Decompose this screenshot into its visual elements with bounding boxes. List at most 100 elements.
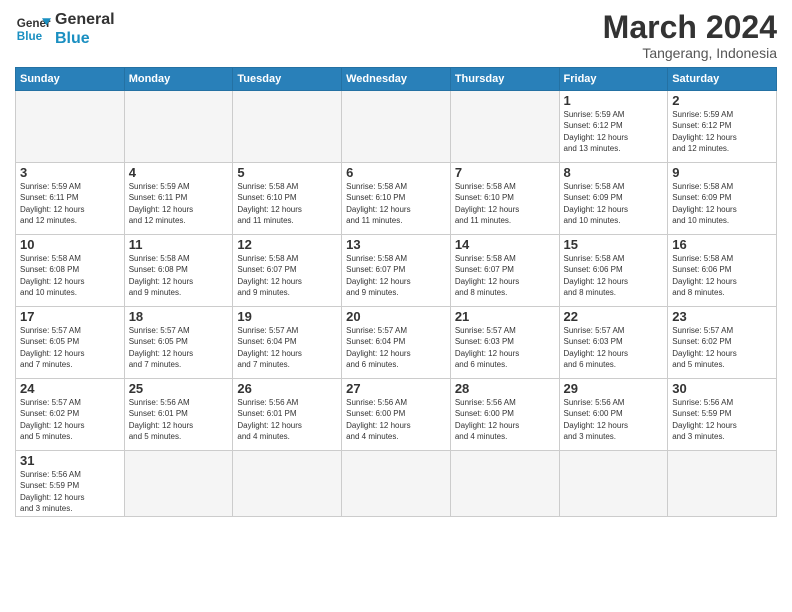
calendar-cell: 7Sunrise: 5:58 AM Sunset: 6:10 PM Daylig… [450,163,559,235]
calendar-header-row: SundayMondayTuesdayWednesdayThursdayFrid… [16,68,777,91]
calendar-cell: 3Sunrise: 5:59 AM Sunset: 6:11 PM Daylig… [16,163,125,235]
calendar-cell: 23Sunrise: 5:57 AM Sunset: 6:02 PM Dayli… [668,307,777,379]
logo-blue: Blue [55,29,115,48]
calendar-cell: 21Sunrise: 5:57 AM Sunset: 6:03 PM Dayli… [450,307,559,379]
calendar-cell [450,451,559,517]
day-number: 25 [129,381,229,396]
day-number: 11 [129,237,229,252]
calendar-title: March 2024 [603,10,777,45]
calendar-week-6: 31Sunrise: 5:56 AM Sunset: 5:59 PM Dayli… [16,451,777,517]
day-number: 22 [564,309,664,324]
day-info: Sunrise: 5:58 AM Sunset: 6:06 PM Dayligh… [672,253,772,298]
calendar-cell: 16Sunrise: 5:58 AM Sunset: 6:06 PM Dayli… [668,235,777,307]
day-number: 21 [455,309,555,324]
day-number: 12 [237,237,337,252]
calendar-cell [668,451,777,517]
calendar-cell [124,91,233,163]
calendar-cell: 6Sunrise: 5:58 AM Sunset: 6:10 PM Daylig… [342,163,451,235]
calendar-table: SundayMondayTuesdayWednesdayThursdayFrid… [15,67,777,517]
day-info: Sunrise: 5:58 AM Sunset: 6:07 PM Dayligh… [237,253,337,298]
calendar-cell: 28Sunrise: 5:56 AM Sunset: 6:00 PM Dayli… [450,379,559,451]
day-number: 28 [455,381,555,396]
calendar-cell: 11Sunrise: 5:58 AM Sunset: 6:08 PM Dayli… [124,235,233,307]
svg-text:Blue: Blue [17,30,43,43]
day-number: 16 [672,237,772,252]
calendar-cell: 24Sunrise: 5:57 AM Sunset: 6:02 PM Dayli… [16,379,125,451]
day-info: Sunrise: 5:58 AM Sunset: 6:08 PM Dayligh… [20,253,120,298]
calendar-cell: 14Sunrise: 5:58 AM Sunset: 6:07 PM Dayli… [450,235,559,307]
header-tuesday: Tuesday [233,68,342,91]
logo-icon: General Blue [15,11,51,47]
calendar-cell [16,91,125,163]
calendar-cell: 18Sunrise: 5:57 AM Sunset: 6:05 PM Dayli… [124,307,233,379]
page: General Blue General Blue March 2024 Tan… [0,0,792,612]
calendar-cell: 9Sunrise: 5:58 AM Sunset: 6:09 PM Daylig… [668,163,777,235]
calendar-week-2: 3Sunrise: 5:59 AM Sunset: 6:11 PM Daylig… [16,163,777,235]
logo-general: General [55,10,115,29]
day-info: Sunrise: 5:59 AM Sunset: 6:11 PM Dayligh… [129,181,229,226]
calendar-subtitle: Tangerang, Indonesia [603,45,777,61]
day-info: Sunrise: 5:56 AM Sunset: 5:59 PM Dayligh… [20,469,120,514]
day-info: Sunrise: 5:58 AM Sunset: 6:08 PM Dayligh… [129,253,229,298]
day-info: Sunrise: 5:59 AM Sunset: 6:12 PM Dayligh… [672,109,772,154]
day-info: Sunrise: 5:59 AM Sunset: 6:11 PM Dayligh… [20,181,120,226]
header: General Blue General Blue March 2024 Tan… [15,10,777,61]
calendar-cell: 25Sunrise: 5:56 AM Sunset: 6:01 PM Dayli… [124,379,233,451]
day-info: Sunrise: 5:58 AM Sunset: 6:09 PM Dayligh… [672,181,772,226]
header-friday: Friday [559,68,668,91]
day-info: Sunrise: 5:58 AM Sunset: 6:10 PM Dayligh… [455,181,555,226]
calendar-week-4: 17Sunrise: 5:57 AM Sunset: 6:05 PM Dayli… [16,307,777,379]
day-number: 13 [346,237,446,252]
day-number: 1 [564,93,664,108]
day-number: 24 [20,381,120,396]
day-info: Sunrise: 5:57 AM Sunset: 6:02 PM Dayligh… [20,397,120,442]
calendar-cell: 12Sunrise: 5:58 AM Sunset: 6:07 PM Dayli… [233,235,342,307]
header-saturday: Saturday [668,68,777,91]
calendar-cell: 10Sunrise: 5:58 AM Sunset: 6:08 PM Dayli… [16,235,125,307]
calendar-cell: 20Sunrise: 5:57 AM Sunset: 6:04 PM Dayli… [342,307,451,379]
title-block: March 2024 Tangerang, Indonesia [603,10,777,61]
day-number: 20 [346,309,446,324]
day-number: 8 [564,165,664,180]
header-monday: Monday [124,68,233,91]
day-info: Sunrise: 5:58 AM Sunset: 6:07 PM Dayligh… [346,253,446,298]
day-number: 18 [129,309,229,324]
day-number: 29 [564,381,664,396]
calendar-cell: 30Sunrise: 5:56 AM Sunset: 5:59 PM Dayli… [668,379,777,451]
calendar-cell: 13Sunrise: 5:58 AM Sunset: 6:07 PM Dayli… [342,235,451,307]
day-info: Sunrise: 5:57 AM Sunset: 6:04 PM Dayligh… [346,325,446,370]
day-number: 17 [20,309,120,324]
calendar-cell: 26Sunrise: 5:56 AM Sunset: 6:01 PM Dayli… [233,379,342,451]
logo: General Blue General Blue [15,10,115,48]
day-info: Sunrise: 5:56 AM Sunset: 6:00 PM Dayligh… [455,397,555,442]
day-info: Sunrise: 5:57 AM Sunset: 6:05 PM Dayligh… [129,325,229,370]
day-number: 4 [129,165,229,180]
calendar-cell: 31Sunrise: 5:56 AM Sunset: 5:59 PM Dayli… [16,451,125,517]
day-number: 7 [455,165,555,180]
calendar-cell: 22Sunrise: 5:57 AM Sunset: 6:03 PM Dayli… [559,307,668,379]
day-number: 5 [237,165,337,180]
calendar-cell: 17Sunrise: 5:57 AM Sunset: 6:05 PM Dayli… [16,307,125,379]
day-info: Sunrise: 5:59 AM Sunset: 6:12 PM Dayligh… [564,109,664,154]
calendar-cell [124,451,233,517]
day-info: Sunrise: 5:58 AM Sunset: 6:10 PM Dayligh… [237,181,337,226]
day-number: 10 [20,237,120,252]
calendar-cell [559,451,668,517]
calendar-cell: 2Sunrise: 5:59 AM Sunset: 6:12 PM Daylig… [668,91,777,163]
day-number: 31 [20,453,120,468]
day-number: 14 [455,237,555,252]
calendar-cell: 4Sunrise: 5:59 AM Sunset: 6:11 PM Daylig… [124,163,233,235]
day-number: 3 [20,165,120,180]
calendar-cell [342,451,451,517]
day-info: Sunrise: 5:56 AM Sunset: 6:01 PM Dayligh… [237,397,337,442]
day-number: 15 [564,237,664,252]
day-info: Sunrise: 5:57 AM Sunset: 6:05 PM Dayligh… [20,325,120,370]
calendar-cell: 29Sunrise: 5:56 AM Sunset: 6:00 PM Dayli… [559,379,668,451]
calendar-cell: 8Sunrise: 5:58 AM Sunset: 6:09 PM Daylig… [559,163,668,235]
calendar-cell [450,91,559,163]
day-info: Sunrise: 5:57 AM Sunset: 6:02 PM Dayligh… [672,325,772,370]
calendar-week-1: 1Sunrise: 5:59 AM Sunset: 6:12 PM Daylig… [16,91,777,163]
day-info: Sunrise: 5:56 AM Sunset: 6:00 PM Dayligh… [346,397,446,442]
day-info: Sunrise: 5:58 AM Sunset: 6:07 PM Dayligh… [455,253,555,298]
day-number: 27 [346,381,446,396]
